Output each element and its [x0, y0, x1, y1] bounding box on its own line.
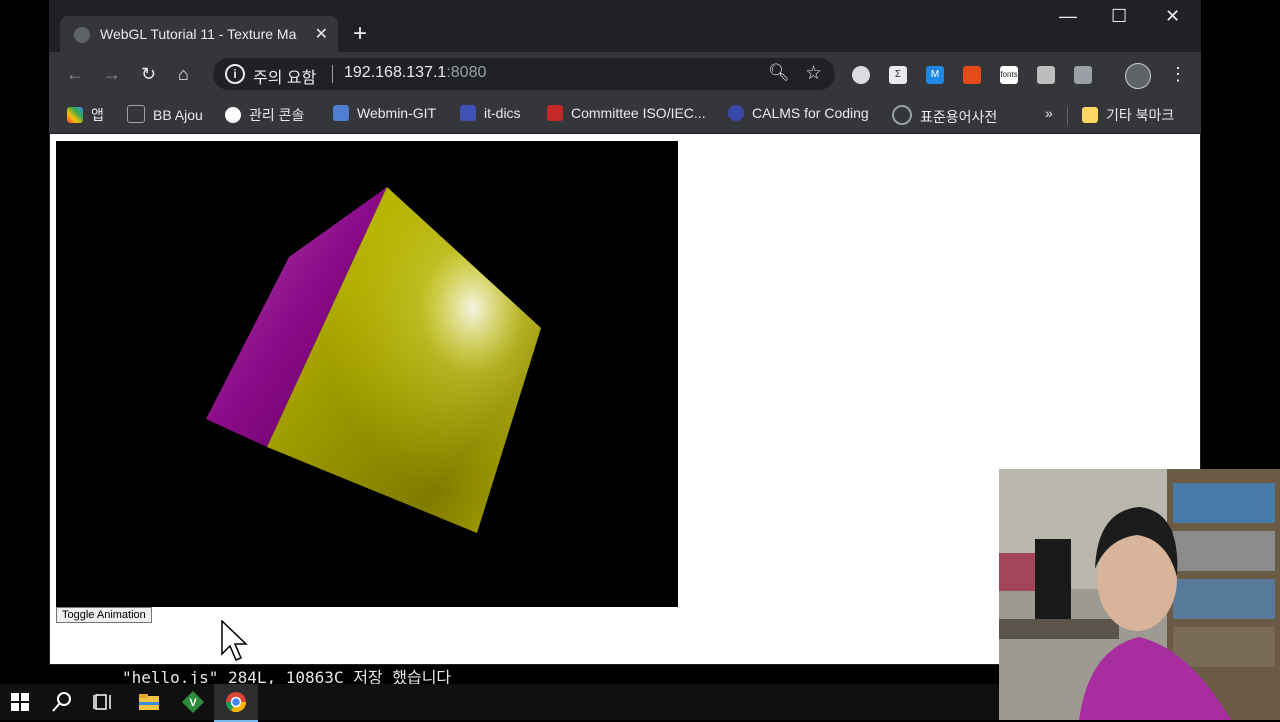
new-tab-button[interactable]: + [353, 22, 367, 46]
url-port: :8080 [446, 64, 487, 81]
url-host: 192.168.137.1 [344, 64, 447, 81]
bookmark-label: 기타 북마크 [1106, 107, 1175, 123]
drive-icon[interactable] [1074, 66, 1092, 84]
url-text[interactable]: 192.168.137.1:8080 [344, 64, 486, 82]
bookmark-webmin-git[interactable]: Webmin-GIT [333, 105, 436, 121]
bookmark-label: BB Ajou [153, 107, 203, 123]
bookmark-separator [1067, 107, 1068, 125]
cube-highlight [267, 187, 541, 533]
home-button[interactable]: ⌂ [178, 64, 189, 85]
tab-title: WebGL Tutorial 11 - Texture Ma [100, 26, 297, 42]
extension-m-icon[interactable]: M [926, 66, 944, 84]
security-warning[interactable]: 주의 요함 [253, 64, 316, 88]
info-icon[interactable]: i [225, 64, 245, 84]
folder-icon [1082, 107, 1098, 123]
apps-grid-icon [67, 107, 83, 123]
webmin-icon [333, 105, 349, 121]
other-bookmarks-folder[interactable]: 기타 북마크 [1082, 105, 1174, 125]
bookmark-label: 표준용어사전 [920, 109, 998, 125]
bookmark-bb-ajou[interactable]: BB Ajou [127, 105, 203, 123]
windows-start-icon[interactable] [8, 690, 32, 714]
tab-webgl-tutorial[interactable]: WebGL Tutorial 11 - Texture Ma ✕ [60, 16, 338, 52]
bookmark-apps[interactable]: 앱 [67, 105, 104, 125]
bookmark-label: CALMS for Coding [752, 105, 869, 121]
minimize-button[interactable]: — [1059, 6, 1077, 27]
bookmark-label: Webmin-GIT [357, 105, 437, 121]
mouse-cursor-icon [221, 620, 248, 661]
fonts-extension-icon[interactable]: fonts [1000, 66, 1018, 84]
zoom-icon[interactable]: 🔍︎ [768, 63, 790, 83]
menu-kebab-icon[interactable]: ⋮ [1169, 64, 1187, 85]
chrome-icon [225, 692, 247, 713]
webcam-overlay [999, 469, 1280, 720]
reload-button[interactable]: ↻ [141, 64, 156, 85]
bookmark-admin-console[interactable]: 관리 콘솔 [225, 105, 304, 125]
rotating-cube-render [206, 187, 541, 533]
svg-text:V: V [189, 697, 197, 709]
extension-circle-icon[interactable] [852, 66, 870, 84]
bookmark-committee-iso[interactable]: Committee ISO/IEC... [547, 105, 706, 121]
calms-icon [728, 105, 744, 121]
print-extension-icon[interactable] [1037, 66, 1055, 84]
file-explorer-icon[interactable] [137, 690, 161, 714]
profile-avatar[interactable] [1125, 63, 1151, 89]
bookmark-label: 앱 [91, 107, 104, 123]
google-icon [225, 107, 241, 123]
toggle-animation-button[interactable]: Toggle Animation [56, 607, 152, 623]
maximize-button[interactable]: ☐ [1111, 6, 1127, 27]
back-button[interactable]: ← [66, 64, 84, 85]
close-window-button[interactable]: ✕ [1165, 6, 1180, 27]
bookmark-label: 관리 콘솔 [249, 107, 305, 123]
bookmark-label: it-dics [484, 105, 521, 121]
tab-close-button[interactable]: ✕ [315, 24, 328, 44]
presenter-video [999, 469, 1280, 720]
bookmarks-bar: 앱 BB Ajou 관리 콘솔 Webmin-GIT it-dics Commi… [49, 98, 1201, 133]
tab-strip: WebGL Tutorial 11 - Texture Ma ✕ + — ☐ ✕ [49, 0, 1201, 52]
bookmark-label: Committee ISO/IEC... [571, 105, 706, 121]
bookmarks-overflow-button[interactable]: » [1045, 105, 1053, 121]
dictionary-icon [892, 105, 912, 125]
bookmark-star-icon[interactable]: ☆ [805, 62, 822, 85]
toolbar: ← → ↻ ⌂ i 주의 요함 192.168.137.1:8080 🔍︎ ☆ … [49, 52, 1201, 98]
vim-icon[interactable]: V [181, 690, 205, 714]
task-view-icon[interactable] [92, 690, 116, 714]
office-icon[interactable] [963, 66, 981, 84]
tab-favicon-icon [74, 27, 90, 43]
pf-icon [547, 105, 563, 121]
separator [332, 65, 333, 83]
bookmark-term-dictionary[interactable]: 표준용어사전 [892, 105, 997, 127]
doc-icon [460, 105, 476, 121]
address-bar[interactable]: i 주의 요함 192.168.137.1:8080 🔍︎ ☆ [213, 58, 835, 90]
search-icon[interactable] [50, 690, 74, 714]
bookmark-it-dics[interactable]: it-dics [460, 105, 521, 121]
bookmark-calms[interactable]: CALMS for Coding [728, 105, 869, 121]
blackboard-icon [127, 105, 145, 123]
chrome-taskbar-active[interactable] [214, 684, 258, 722]
extension-sigma-icon[interactable]: Σ [889, 66, 907, 84]
webgl-canvas[interactable] [56, 141, 678, 607]
forward-button[interactable]: → [103, 64, 121, 85]
